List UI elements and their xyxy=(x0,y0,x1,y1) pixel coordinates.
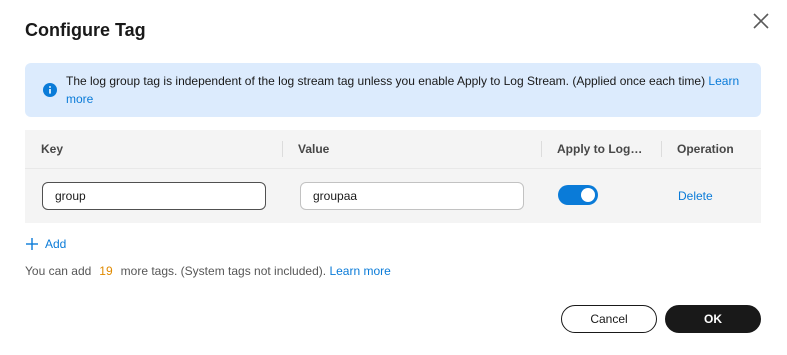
tag-quota-note: You can add 19 more tags. (System tags not… xyxy=(25,264,391,278)
table-row: group groupaa Delete xyxy=(25,168,761,223)
table-header: Key Value Apply to Log… Operation xyxy=(25,130,761,168)
toggle-knob xyxy=(581,188,595,202)
tag-key-input[interactable]: group xyxy=(42,182,266,210)
info-banner: The log group tag is independent of the … xyxy=(25,63,761,117)
note-prefix: You can add xyxy=(25,264,92,278)
dialog-title: Configure Tag xyxy=(25,20,146,40)
column-divider xyxy=(541,141,542,157)
ok-button[interactable]: OK xyxy=(665,305,761,333)
column-header-value: Value xyxy=(298,142,330,156)
column-divider xyxy=(661,141,662,157)
note-learn-more-link[interactable]: Learn more xyxy=(329,264,390,278)
info-message: The log group tag is independent of the … xyxy=(66,74,706,88)
delete-tag-link[interactable]: Delete xyxy=(678,169,713,223)
plus-icon xyxy=(25,237,39,251)
configure-tag-dialog: Configure Tag The log group tag is indep… xyxy=(0,0,787,355)
close-icon[interactable] xyxy=(750,10,772,32)
cancel-button[interactable]: Cancel xyxy=(561,305,657,333)
remaining-tag-count: 19 xyxy=(99,264,113,278)
tag-table: Key Value Apply to Log… Operation group … xyxy=(25,130,761,223)
note-suffix: more tags. (System tags not included). xyxy=(120,264,327,278)
apply-to-log-stream-toggle[interactable] xyxy=(558,185,598,205)
info-icon xyxy=(43,83,57,97)
column-header-key: Key xyxy=(41,142,64,156)
column-divider xyxy=(282,141,283,157)
column-header-apply-to-log-stream: Apply to Log… xyxy=(557,142,643,156)
tag-value-input[interactable]: groupaa xyxy=(300,182,524,210)
info-text: The log group tag is independent of the … xyxy=(66,72,746,108)
add-tag-label: Add xyxy=(45,237,67,251)
column-header-operation: Operation xyxy=(677,142,734,156)
